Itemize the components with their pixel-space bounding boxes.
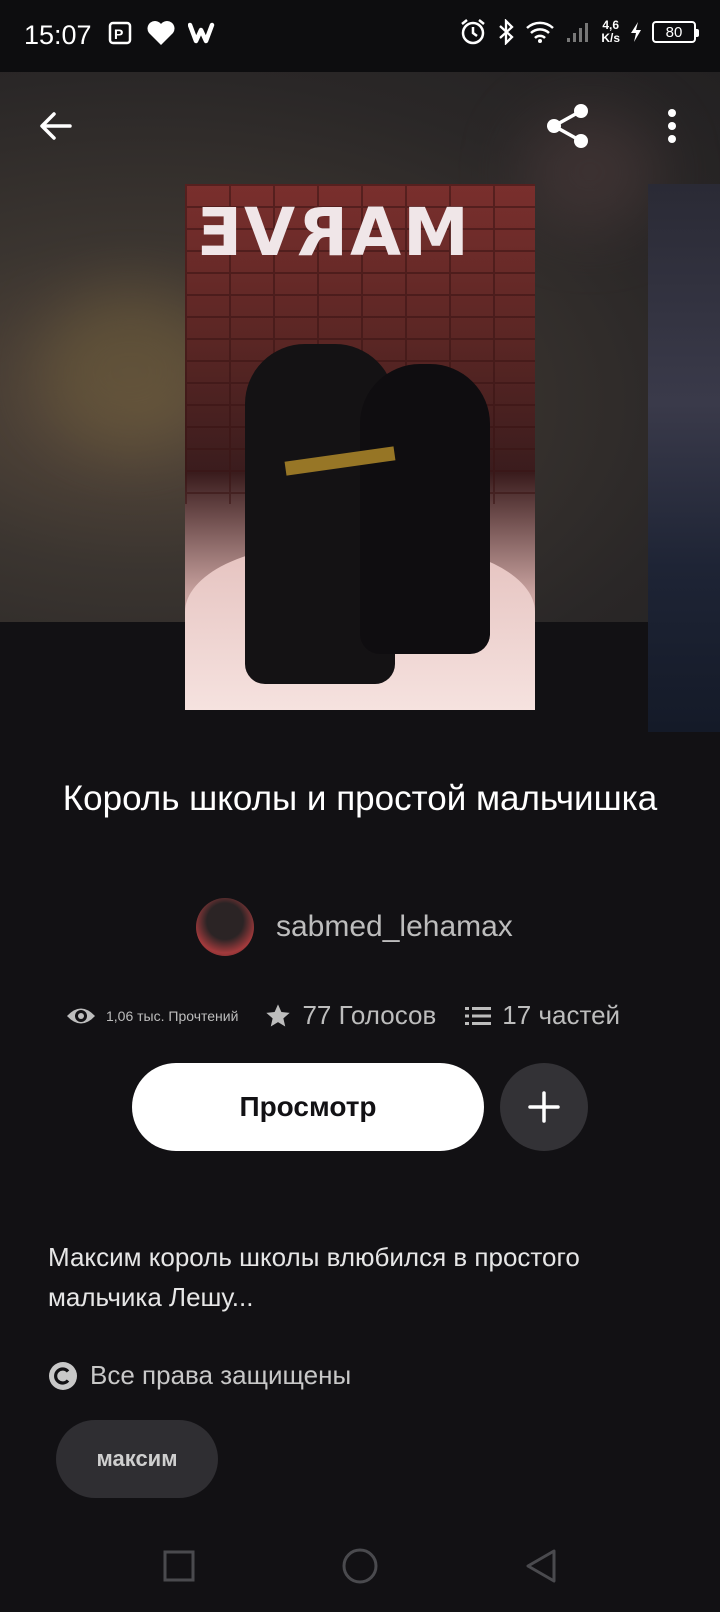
notification-icons: P xyxy=(108,20,220,46)
svg-text:P: P xyxy=(114,26,123,42)
back-arrow-icon xyxy=(40,112,72,140)
author-avatar[interactable] xyxy=(196,898,254,956)
net-speed-unit: K/s xyxy=(601,31,620,45)
signal-icon xyxy=(567,23,589,42)
story-cover[interactable]: MARVE xyxy=(185,184,535,710)
system-icons: 4,6 K/s 80 xyxy=(459,18,699,46)
eye-icon xyxy=(67,1008,95,1023)
votes-stat: 77 Голосов xyxy=(264,1000,436,1031)
reads-count: 1,06 тыс. Прочтений xyxy=(106,1007,239,1024)
author-row[interactable]: sabmed_lehamax xyxy=(196,898,513,956)
cover-person xyxy=(360,364,490,654)
tag-chip[interactable]: максим xyxy=(56,1420,218,1498)
recents-icon[interactable] xyxy=(162,1549,196,1583)
status-bar: 15:07 P 4,6 K/s 80 xyxy=(0,0,720,72)
votes-count: 77 Голосов xyxy=(302,1000,437,1030)
network-speed: 4,6 K/s xyxy=(601,19,620,45)
copyright-text: Все права защищены xyxy=(90,1360,352,1390)
wattpad-icon xyxy=(188,22,215,44)
story-description: Максим король школы влюбился в простого … xyxy=(48,1242,580,1312)
copyright-icon xyxy=(49,1361,77,1390)
heart-icon xyxy=(147,21,175,45)
story-title: Король школы и простой мальчишка xyxy=(62,779,658,818)
alarm-icon xyxy=(461,19,486,45)
add-to-library-button[interactable] xyxy=(500,1063,588,1151)
status-time: 15:07 xyxy=(24,20,92,50)
home-icon[interactable] xyxy=(341,1547,379,1585)
next-story-cover[interactable] xyxy=(648,184,720,732)
parts-count: 17 частей xyxy=(502,1000,621,1030)
cover-sign: MARVE xyxy=(195,194,469,271)
back-button[interactable] xyxy=(28,98,84,154)
more-vertical-icon xyxy=(668,109,676,143)
plus-icon xyxy=(528,1091,560,1123)
app-notification-icon: P xyxy=(108,21,132,45)
system-nav-bar xyxy=(0,1520,720,1612)
copyright-row: Все права защищены xyxy=(48,1360,351,1391)
parts-stat: 17 частей xyxy=(464,1000,620,1031)
share-button[interactable] xyxy=(540,98,596,154)
wifi-icon xyxy=(526,21,555,43)
charging-icon xyxy=(631,22,641,42)
back-nav-icon[interactable] xyxy=(524,1548,558,1584)
share-icon xyxy=(547,104,588,148)
bluetooth-icon xyxy=(499,19,514,45)
reads-stat: 1,06 тыс. Прочтений xyxy=(66,1005,238,1027)
view-button[interactable]: Просмотр xyxy=(132,1063,484,1151)
list-icon xyxy=(465,1006,492,1025)
top-toolbar xyxy=(0,72,720,182)
star-icon xyxy=(266,1003,291,1026)
story-stats: 1,06 тыс. Прочтений 77 Голосов 17 частей xyxy=(66,1000,666,1031)
more-options-button[interactable] xyxy=(644,98,700,154)
author-name[interactable]: sabmed_lehamax xyxy=(276,910,513,944)
battery-indicator: 80 xyxy=(652,21,699,43)
